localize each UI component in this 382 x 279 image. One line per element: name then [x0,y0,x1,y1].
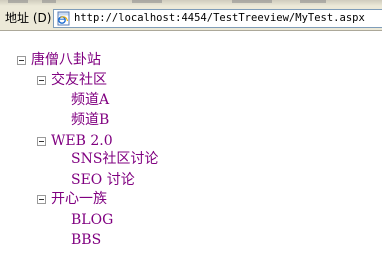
tree-node-label[interactable]: BLOG [71,211,113,230]
collapse-icon[interactable] [37,137,46,146]
tree-node-label[interactable]: BBS [71,231,101,250]
ie-page-icon [57,11,70,26]
collapse-icon[interactable] [17,56,26,65]
address-input[interactable]: http://localhost:4454/TestTreeview/MyTes… [53,9,382,28]
collapse-icon[interactable] [37,195,46,204]
tree-node-label[interactable]: 频道A [71,91,109,110]
tree-node-label[interactable]: 交友社区 [51,71,107,90]
tree-node-label[interactable]: SNS社区讨论 [71,150,158,169]
treeview: 唐僧八卦站 交友社区 频道A 频道B WEB 2.0 SNS社区讨论 SEO 讨… [0,31,382,279]
address-url: http://localhost:4454/TestTreeview/MyTes… [74,12,365,24]
collapse-icon[interactable] [37,76,46,85]
address-label: 地址 (D) [5,11,52,25]
tree-node-label[interactable]: 开心一族 [51,190,107,209]
tree-node-label[interactable]: WEB 2.0 [51,132,113,151]
tree-node-label[interactable]: SEO 讨论 [71,171,135,190]
address-bar: 地址 (D) http://localhost:4454/TestTreevie… [0,6,382,31]
tree-node-label[interactable]: 唐僧八卦站 [31,51,101,70]
tree-node-label[interactable]: 频道B [71,111,109,130]
